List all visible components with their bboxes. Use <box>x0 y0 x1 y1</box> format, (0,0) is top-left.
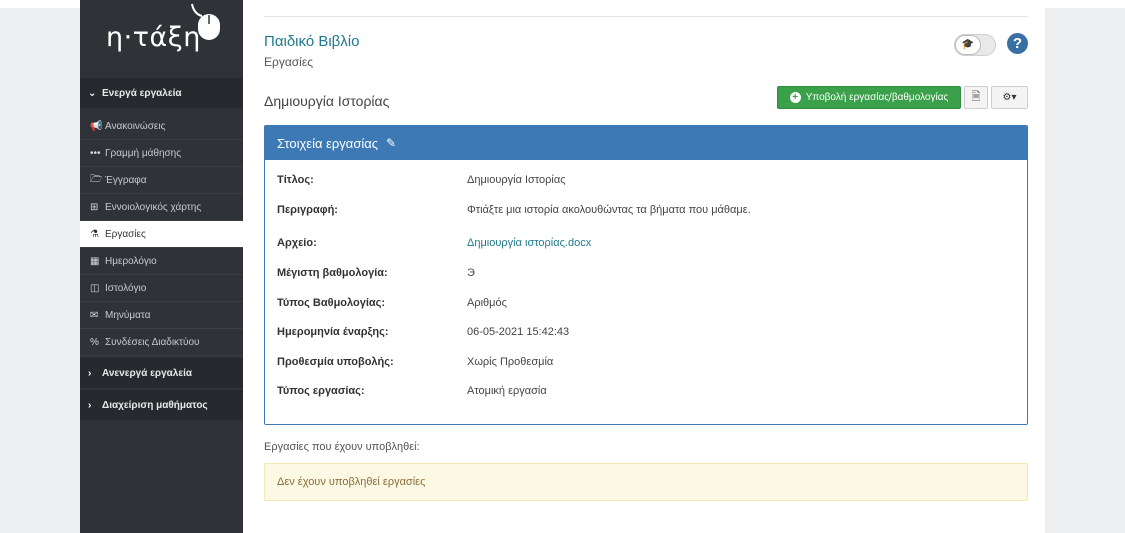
sidebar-item-label: Γραμμή μάθησης <box>105 147 182 159</box>
sidebar-section-label: Ανενεργά εργαλεία <box>102 367 193 379</box>
logo[interactable]: η·τάξη <box>80 0 243 78</box>
sidebar-item-blog[interactable]: ◫ Ιστολόγιο <box>80 275 243 302</box>
sidebar: η·τάξη ⌄ Ενεργά εργαλεία 📢 Ανακοινώσεις … <box>80 0 243 533</box>
sidebar-section-course-admin[interactable]: › Διαχείριση μαθήματος <box>80 390 243 420</box>
ellipsis-icon: ••• <box>90 147 101 159</box>
sidebar-section-label: Ενεργά εργαλεία <box>102 87 182 99</box>
sidebar-item-label: Εννοιολογικός χάρτης <box>105 201 202 213</box>
sidebar-item-label: Εργασίες <box>105 228 146 240</box>
max-grade-value: Э <box>467 267 475 279</box>
section-title: Δημιουργία Ιστορίας <box>264 93 390 109</box>
sidebar-item-label: Ανακοινώσεις <box>105 120 166 132</box>
link-icon: % <box>90 336 99 348</box>
mouse-cursor-icon <box>191 3 220 40</box>
submissions-label: Εργασίες που έχουν υποβληθεί: <box>264 441 420 453</box>
divider <box>264 16 1028 17</box>
sidebar-item-label: Ημερολόγιο <box>105 255 157 267</box>
sidebar-section-active-tools[interactable]: ⌄ Ενεργά εργαλεία <box>80 78 243 108</box>
panel-title: Στοιχεία εργασίας <box>277 135 379 151</box>
assignment-type-label: Τύπος εργασίας: <box>277 385 365 397</box>
sidebar-item-label: Μηνύματα <box>105 309 151 321</box>
sidebar-item-documents[interactable]: 🗁 Έγγραφα <box>80 167 243 194</box>
sidebar-item-label: Ιστολόγιο <box>105 282 147 294</box>
help-icon[interactable]: ? <box>1007 33 1028 54</box>
sidebar-item-label: Έγγραφα <box>105 174 147 186</box>
sidebar-section-label: Διαχείριση μαθήματος <box>102 399 208 411</box>
description-value: Φτιάξτε μια ιστορία ακολουθώντας τα βήμα… <box>467 204 751 216</box>
grade-type-label: Τύπος Βαθμολογίας: <box>277 297 386 309</box>
sitemap-icon: ⊞ <box>90 201 99 213</box>
flask-icon: ⚗ <box>90 228 99 240</box>
submit-assignment-label: Υποβολή εργασίας/βαθμολογίας <box>805 92 949 103</box>
assignment-type-value: Ατομική εργασία <box>467 385 547 397</box>
folder-icon: 🗁 <box>90 173 103 185</box>
file-label: Αρχείο: <box>277 237 317 249</box>
page: η·τάξη ⌄ Ενεργά εργαλεία 📢 Ανακοινώσεις … <box>0 0 1125 533</box>
chevron-right-icon: › <box>88 399 92 411</box>
calendar-icon: ▦ <box>90 255 100 267</box>
chevron-down-icon: ⌄ <box>88 87 97 99</box>
title-label: Τίτλος: <box>277 174 314 186</box>
right-gutter <box>1045 8 1125 533</box>
deadline-value: Χωρίς Προθεσμία <box>467 356 554 368</box>
no-submissions-alert: Δεν έχουν υποβληθεί εργασίες <box>264 463 1028 501</box>
left-gutter <box>0 8 80 533</box>
no-submissions-message: Δεν έχουν υποβληθεί εργασίες <box>277 476 426 488</box>
panel-header: Στοιχεία εργασίας ✎ <box>265 126 1027 160</box>
chevron-right-icon: › <box>88 367 92 379</box>
graduation-cap-icon: 🎓 <box>956 36 980 54</box>
sidebar-item-concept-map[interactable]: ⊞ Εννοιολογικός χάρτης <box>80 194 243 221</box>
plus-circle-icon: + <box>789 92 801 103</box>
file-link[interactable]: Δημιουργία ιστορίας.docx <box>467 237 591 249</box>
course-subtitle: Εργασίες <box>264 55 313 69</box>
grade-type-value: Αριθμός <box>467 297 507 309</box>
sidebar-item-announcements[interactable]: 📢 Ανακοινώσεις <box>80 113 243 140</box>
deadline-label: Προθεσμία υποβολής: <box>277 356 394 368</box>
settings-dropdown-button[interactable]: ⚙▾ <box>991 86 1028 109</box>
start-date-value: 06-05-2021 15:42:43 <box>467 326 570 338</box>
sidebar-item-calendar[interactable]: ▦ Ημερολόγιο <box>80 248 243 275</box>
assignment-details-panel: Στοιχεία εργασίας ✎ Τίτλος: Δημιουργία Ι… <box>264 125 1028 425</box>
sidebar-item-messages[interactable]: ✉ Μηνύματα <box>80 302 243 329</box>
main-content: Παιδικό Βιβλίο Εργασίες 🎓 ? Δημιουργία Ι… <box>243 0 1045 533</box>
file-icon: 🗎 <box>971 91 981 103</box>
title-value: Δημιουργία Ιστορίας <box>467 174 566 186</box>
file-download-button[interactable]: 🗎 <box>964 86 988 109</box>
student-view-toggle[interactable]: 🎓 <box>954 34 996 56</box>
envelope-icon: ✉ <box>90 309 99 321</box>
course-title[interactable]: Παιδικό Βιβλίο <box>264 33 360 50</box>
columns-icon: ◫ <box>90 282 100 294</box>
megaphone-icon: 📢 <box>90 120 103 132</box>
sidebar-item-learning-path[interactable]: ••• Γραμμή μάθησης <box>80 140 243 167</box>
sidebar-item-assignments[interactable]: ⚗ Εργασίες <box>80 221 243 248</box>
description-label: Περιγραφή: <box>277 204 338 216</box>
sidebar-item-links[interactable]: % Συνδέσεις Διαδικτύου <box>80 329 243 356</box>
sidebar-section-inactive-tools[interactable]: › Ανενεργά εργαλεία <box>80 358 243 388</box>
edit-icon[interactable]: ✎ <box>386 136 396 150</box>
start-date-label: Ημερομηνία έναρξης: <box>277 326 389 338</box>
gears-icon: ⚙▾ <box>1002 92 1017 103</box>
sidebar-item-label: Συνδέσεις Διαδικτύου <box>105 336 200 348</box>
max-grade-label: Μέγιστη βαθμολογία: <box>277 267 388 279</box>
submit-assignment-button[interactable]: + Υποβολή εργασίας/βαθμολογίας <box>777 86 961 109</box>
